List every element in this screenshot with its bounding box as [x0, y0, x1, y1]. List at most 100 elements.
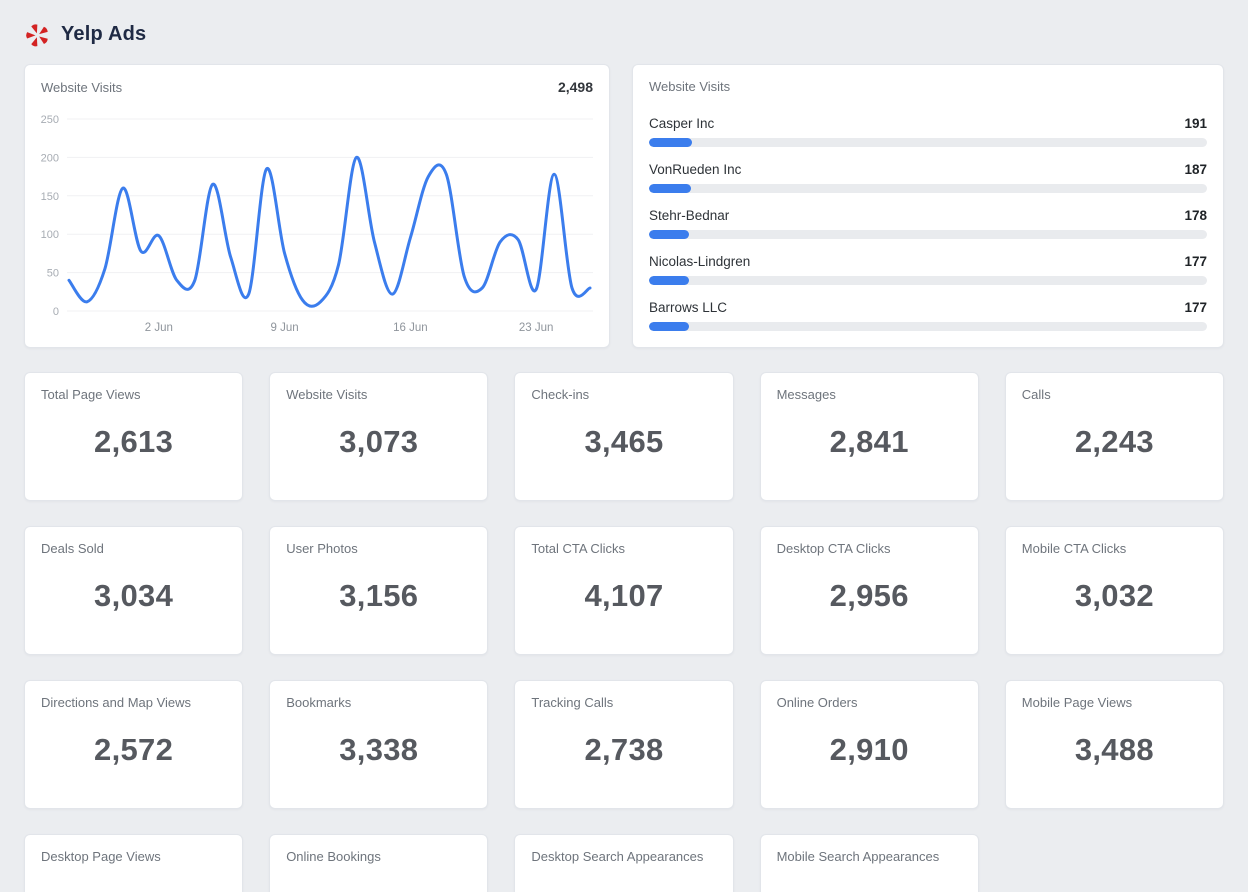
- stat-card: Directions and Map Views 2,572: [24, 680, 243, 809]
- stat-value: 2,956: [830, 578, 909, 614]
- business-value: 178: [1184, 208, 1207, 223]
- stat-value: 2,841: [830, 424, 909, 460]
- stat-card: Total CTA Clicks 4,107: [514, 526, 733, 655]
- stat-card: Check-ins 3,465: [514, 372, 733, 501]
- x-axis-tick-label: 9 Jun: [271, 322, 299, 334]
- chart-line-series: [69, 157, 590, 306]
- x-axis-tick-label: 23 Jun: [519, 322, 554, 334]
- leaderboard-row: Barrows LLC177: [649, 300, 1207, 331]
- stat-label: Desktop Page Views: [41, 849, 226, 864]
- stat-value-wrap: 2,841: [777, 402, 962, 486]
- stat-label: Check-ins: [531, 387, 716, 402]
- stat-value: 3,488: [1075, 732, 1154, 768]
- business-name: Casper Inc: [649, 116, 714, 131]
- stat-card: Website Visits3,073: [269, 372, 488, 501]
- leaderboard-rows: Casper Inc 191 VonRueden Inc187 Stehr-Bedna…: [649, 114, 1207, 331]
- stat-label: Mobile CTA Clicks: [1022, 541, 1207, 556]
- stat-value: 2,613: [94, 424, 173, 460]
- stat-label: Bookmarks: [286, 695, 471, 710]
- yelp-logo-icon: [24, 21, 51, 48]
- stat-label: Tracking Calls: [531, 695, 716, 710]
- leaderboard-row: Nicolas-Lindgren177: [649, 254, 1207, 285]
- stat-value-wrap: [41, 864, 226, 892]
- stat-card: Mobile Search Appearances: [760, 834, 979, 892]
- stat-label: Directions and Map Views: [41, 695, 226, 710]
- stat-card: Mobile Page Views 3,488: [1005, 680, 1224, 809]
- stat-label: Messages: [777, 387, 962, 402]
- stat-value-wrap: 3,465: [531, 402, 716, 486]
- leaderboard-row: Casper Inc 191: [649, 116, 1207, 147]
- website-visits-chart-card: Website Visits 2,498 0501001502002502 Ju…: [24, 64, 610, 348]
- page-title: Yelp Ads: [61, 23, 146, 46]
- stat-value: 3,034: [94, 578, 173, 614]
- stat-value: 3,465: [584, 424, 663, 460]
- progress-track: [649, 276, 1207, 285]
- stat-value-wrap: 2,613: [41, 402, 226, 486]
- leaderboard-row-header: Barrows LLC177: [649, 300, 1207, 315]
- stat-value-wrap: 3,073: [286, 402, 471, 486]
- stat-value-wrap: 2,956: [777, 556, 962, 640]
- stat-value-wrap: 2,572: [41, 710, 226, 794]
- business-name: Stehr-Bednar: [649, 208, 729, 223]
- stat-label: Online Bookings: [286, 849, 471, 864]
- stat-label: Website Visits: [286, 387, 471, 402]
- chart-total-value: 2,498: [558, 79, 593, 95]
- stat-value-wrap: 3,488: [1022, 710, 1207, 794]
- stat-value-wrap: 3,156: [286, 556, 471, 640]
- top-cards-row: Website Visits 2,498 0501001502002502 Ju…: [24, 64, 1224, 348]
- leaderboard-row-header: Casper Inc 191: [649, 116, 1207, 131]
- leaderboard-row-header: Nicolas-Lindgren177: [649, 254, 1207, 269]
- app-header: Yelp Ads: [24, 0, 1224, 64]
- progress-track: [649, 230, 1207, 239]
- stat-label: Total Page Views: [41, 387, 226, 402]
- website-visits-leaderboard-card: Website Visits Casper Inc 191 VonRueden In…: [632, 64, 1224, 348]
- business-name: Barrows LLC: [649, 300, 727, 315]
- leaderboard-row-header: VonRueden Inc187: [649, 162, 1207, 177]
- leaderboard-row: VonRueden Inc187: [649, 162, 1207, 193]
- x-axis-tick-label: 2 Jun: [145, 322, 173, 334]
- progress-fill: [649, 276, 689, 285]
- progress-track: [649, 322, 1207, 331]
- stat-label: Mobile Search Appearances: [777, 849, 962, 864]
- leaderboard-row-header: Stehr-Bednar 178: [649, 208, 1207, 223]
- y-axis-tick-label: 250: [41, 114, 59, 126]
- business-value: 187: [1184, 162, 1207, 177]
- stat-card: Bookmarks 3,338: [269, 680, 488, 809]
- business-value: 191: [1184, 116, 1207, 131]
- y-axis-tick-label: 200: [41, 152, 59, 164]
- website-visits-line-chart[interactable]: 0501001502002502 Jun9 Jun16 Jun23 Jun: [41, 99, 593, 335]
- stat-value-wrap: 3,338: [286, 710, 471, 794]
- stat-card: Online Bookings: [269, 834, 488, 892]
- stat-value: 3,338: [339, 732, 418, 768]
- stat-value: 2,910: [830, 732, 909, 768]
- stat-label: Mobile Page Views: [1022, 695, 1207, 710]
- y-axis-tick-label: 100: [41, 229, 59, 241]
- stat-card: Desktop CTA Clicks 2,956: [760, 526, 979, 655]
- chart-title: Website Visits: [41, 80, 122, 95]
- stat-label: Desktop CTA Clicks: [777, 541, 962, 556]
- progress-fill: [649, 322, 689, 331]
- stat-value-wrap: [531, 864, 716, 892]
- stat-value: 2,738: [584, 732, 663, 768]
- stat-value: 4,107: [584, 578, 663, 614]
- leaderboard-row: Stehr-Bednar 178: [649, 208, 1207, 239]
- progress-track: [649, 138, 1207, 147]
- stat-label: Total CTA Clicks: [531, 541, 716, 556]
- stat-value: 2,572: [94, 732, 173, 768]
- y-axis-tick-label: 50: [47, 268, 59, 280]
- stat-value: 3,156: [339, 578, 418, 614]
- business-name: Nicolas-Lindgren: [649, 254, 750, 269]
- stat-value-wrap: 3,032: [1022, 556, 1207, 640]
- progress-track: [649, 184, 1207, 193]
- progress-fill: [649, 184, 691, 193]
- y-axis-tick-label: 0: [53, 306, 59, 318]
- stat-value-wrap: 2,910: [777, 710, 962, 794]
- stat-value-wrap: [286, 864, 471, 892]
- leaderboard-title: Website Visits: [649, 79, 1207, 94]
- stat-card: Calls2,243: [1005, 372, 1224, 501]
- stat-card: User Photos3,156: [269, 526, 488, 655]
- stat-card: Total Page Views 2,613: [24, 372, 243, 501]
- progress-fill: [649, 230, 689, 239]
- stat-value-wrap: 3,034: [41, 556, 226, 640]
- stat-card: Desktop Search Appearances: [514, 834, 733, 892]
